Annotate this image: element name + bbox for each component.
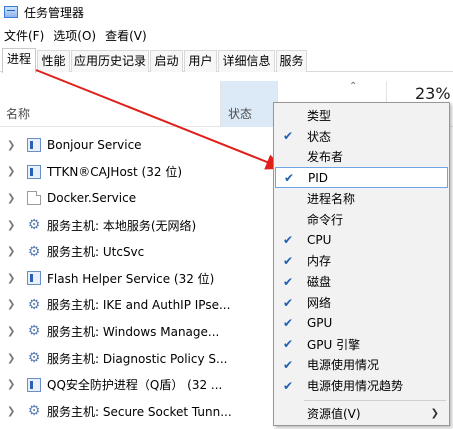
menu-item-power-usage[interactable]: ✔ 电源使用情况: [274, 355, 449, 376]
table-row[interactable]: ❯ ⚙ 服务主机: 本地服务(无网络): [0, 212, 280, 239]
menu-item-command-line[interactable]: 命令行: [274, 209, 449, 230]
table-row[interactable]: ❯ ⚙ 服务主机: UtcSvc: [0, 238, 280, 265]
column-header-status[interactable]: 状态: [228, 105, 252, 122]
submenu-arrow-icon: ❯: [430, 407, 439, 419]
checkmark-icon: ✔: [282, 295, 294, 310]
process-name: 服务主机: UtcSvc: [47, 245, 145, 260]
process-name: Bonjour Service: [47, 138, 142, 153]
tab-services[interactable]: 服务: [276, 50, 307, 72]
file-icon: [27, 191, 41, 206]
menu-item-cpu[interactable]: ✔ CPU: [274, 230, 449, 251]
table-row[interactable]: ❯ ⚙ 服务主机: Secure Socket Tunn...: [0, 398, 280, 425]
service-icon: [27, 164, 41, 179]
process-name: Docker.Service: [47, 191, 137, 206]
checkmark-icon: ✔: [282, 274, 294, 289]
checkmark-icon: ✔: [282, 316, 294, 331]
table-row[interactable]: ❯ ⚙ 服务主机: Diagnostic Policy S...: [0, 345, 280, 372]
gear-icon: ⚙: [27, 243, 41, 260]
table-row[interactable]: ❯ ⚙ 服务主机: IKE and AuthIP IPse...: [0, 292, 280, 319]
chevron-right-icon[interactable]: ❯: [7, 220, 17, 231]
menu-item-status[interactable]: ✔ 状态: [274, 126, 449, 147]
tab-startup[interactable]: 启动: [150, 50, 183, 72]
service-icon: [27, 377, 41, 392]
tab-processes[interactable]: 进程: [2, 48, 36, 73]
menu-item-power-usage-trend[interactable]: ✔ 电源使用情况趋势: [274, 375, 449, 396]
tab-details[interactable]: 详细信息: [218, 50, 275, 72]
tab-app-history[interactable]: 应用历史记录: [71, 50, 149, 72]
chevron-right-icon[interactable]: ❯: [7, 379, 17, 390]
table-row[interactable]: ❯ TTKN®CAJHost (32 位): [0, 159, 280, 186]
cpu-usage-header[interactable]: 23%: [415, 84, 451, 103]
menu-divider: [304, 400, 446, 401]
menu-item-gpu[interactable]: ✔ GPU: [274, 313, 449, 334]
window-title: 任务管理器: [24, 5, 85, 20]
chevron-right-icon[interactable]: ❯: [7, 193, 17, 204]
chevron-right-icon[interactable]: ❯: [7, 326, 17, 337]
table-row[interactable]: ❯ Bonjour Service: [0, 132, 280, 159]
process-name: Flash Helper Service (32 位): [47, 271, 215, 286]
menu-item-resource-values[interactable]: 资源值(V) ❯: [274, 403, 449, 424]
process-name: TTKN®CAJHost (32 位): [47, 165, 183, 180]
menu-item-gpu-engine[interactable]: ✔ GPU 引擎: [274, 334, 449, 355]
table-row[interactable]: ❯ Flash Helper Service (32 位): [0, 265, 280, 292]
menu-item-process-name[interactable]: 进程名称: [274, 188, 449, 209]
menu-item-disk[interactable]: ✔ 磁盘: [274, 271, 449, 292]
menu-item-type[interactable]: 类型: [274, 105, 449, 126]
table-row[interactable]: ❯ QQ安全防护进程（Q盾） (32 ...: [0, 371, 280, 398]
process-name: 服务主机: Diagnostic Policy S...: [47, 351, 228, 366]
checkmark-icon: ✔: [282, 253, 294, 268]
chevron-right-icon[interactable]: ❯: [7, 166, 17, 177]
sort-chevron-icon: ⌃: [349, 81, 358, 92]
process-name: 服务主机: 本地服务(无网络): [47, 218, 197, 233]
process-name: 服务主机: Windows Manage...: [47, 324, 220, 339]
gear-icon: ⚙: [27, 323, 41, 340]
menu-item-publisher[interactable]: 发布者: [274, 147, 449, 168]
title-bar: 任务管理器: [0, 0, 453, 24]
menu-options[interactable]: 选项(O): [49, 27, 101, 44]
task-manager-app-icon: [4, 6, 18, 18]
process-name: 服务主机: IKE and AuthIP IPse...: [47, 298, 231, 313]
chevron-right-icon[interactable]: ❯: [7, 406, 17, 417]
table-row[interactable]: ❯ Docker.Service: [0, 185, 280, 212]
menu-bar: 文件(F) 选项(O) 查看(V): [0, 24, 152, 46]
checkmark-icon: ✔: [282, 129, 294, 144]
column-context-menu: 类型 ✔ 状态 发布者 ✔ PID 进程名称 命令行 ✔ CPU ✔ 内存 ✔ …: [273, 102, 450, 426]
tab-performance[interactable]: 性能: [37, 50, 70, 72]
chevron-right-icon[interactable]: ❯: [7, 273, 17, 284]
chevron-right-icon[interactable]: ❯: [7, 140, 17, 151]
chevron-right-icon[interactable]: ❯: [7, 299, 17, 310]
tab-users[interactable]: 用户: [184, 50, 217, 72]
service-icon: [27, 271, 41, 286]
tab-bar: 进程 性能 应用历史记录 启动 用户 详细信息 服务: [0, 48, 453, 73]
menu-view[interactable]: 查看(V): [101, 27, 152, 44]
checkmark-icon: ✔: [282, 357, 294, 372]
gear-icon: ⚙: [27, 350, 41, 367]
process-name: QQ安全防护进程（Q盾） (32 ...: [47, 378, 223, 393]
chevron-right-icon[interactable]: ❯: [7, 246, 17, 257]
checkmark-icon: ✔: [282, 337, 294, 352]
menu-file[interactable]: 文件(F): [0, 27, 49, 44]
chevron-right-icon[interactable]: ❯: [7, 353, 17, 364]
gear-icon: ⚙: [27, 403, 41, 420]
table-row[interactable]: ❯ ⚙ 服务主机: Windows Manage...: [0, 318, 280, 345]
service-icon: [27, 138, 41, 153]
column-header-name[interactable]: 名称: [6, 105, 30, 122]
gear-icon: ⚙: [27, 296, 41, 313]
checkmark-icon: ✔: [282, 233, 294, 248]
menu-item-network[interactable]: ✔ 网络: [274, 292, 449, 313]
process-list: ❯ Bonjour Service ❯ TTKN®CAJHost (32 位) …: [0, 132, 280, 425]
menu-item-memory[interactable]: ✔ 内存: [274, 251, 449, 272]
process-name: 服务主机: Secure Socket Tunn...: [47, 404, 232, 419]
checkmark-icon: ✔: [283, 170, 295, 185]
gear-icon: ⚙: [27, 217, 41, 234]
checkmark-icon: ✔: [282, 378, 294, 393]
menu-item-pid[interactable]: ✔ PID: [275, 167, 448, 189]
column-divider[interactable]: [220, 81, 221, 127]
